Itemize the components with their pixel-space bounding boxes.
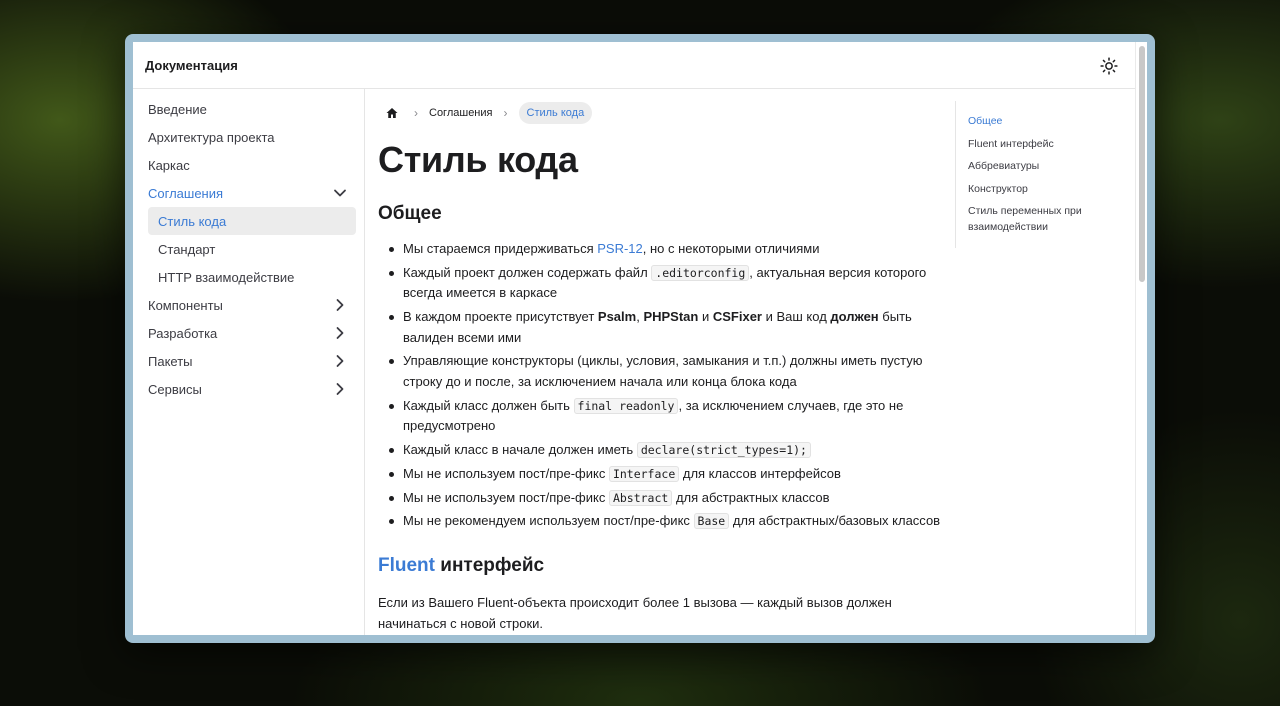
sidebar-subitem-http[interactable]: HTTP взаимодействие: [148, 263, 356, 291]
chevron-right-icon[interactable]: [333, 382, 347, 396]
chevron-right-icon[interactable]: [333, 298, 347, 312]
toc-item-fluent[interactable]: Fluent интерфейс: [968, 136, 1135, 152]
inline-code: .editorconfig: [651, 264, 750, 281]
breadcrumb-section[interactable]: Соглашения: [429, 107, 493, 119]
sidebar-item-label: Стиль кода: [158, 213, 227, 229]
page-title: Стиль кода: [378, 139, 578, 180]
site-title[interactable]: Документация: [145, 58, 238, 73]
sidebar-item-label: Компоненты: [148, 297, 223, 313]
section-heading-general: Общее: [378, 203, 442, 224]
window-frame: Документация Введение Архитектура проект…: [125, 34, 1155, 643]
sidebar-item-intro[interactable]: Введение: [148, 95, 356, 123]
sidebar-item-services[interactable]: Сервисы: [148, 375, 356, 403]
sidebar-item-label: Разработка: [148, 325, 218, 341]
breadcrumb: › Соглашения › Стиль кода: [378, 101, 593, 125]
main-content: › Соглашения › Стиль кода Стиль кода Общ…: [366, 89, 956, 635]
inline-code: Base: [693, 513, 730, 530]
breadcrumb-separator: ›: [414, 106, 418, 120]
inline-code: Interface: [608, 465, 680, 482]
breadcrumb-home[interactable]: [381, 102, 403, 124]
sidebar-subitem-code-style[interactable]: Стиль кода: [148, 207, 356, 235]
sidebar-item-label: Введение: [148, 101, 207, 117]
chevron-down-icon[interactable]: [333, 186, 347, 200]
scrollbar-thumb[interactable]: [1139, 46, 1145, 282]
breadcrumb-separator: ›: [503, 106, 508, 120]
chevron-right-icon[interactable]: [333, 326, 347, 340]
list-item: Каждый класс в начале должен иметь decla…: [378, 440, 943, 461]
sidebar-item-label: Соглашения: [148, 185, 224, 201]
rules-list: Мы стараемся придерживаться PSR-12, но с…: [378, 239, 943, 535]
sidebar-subitem-standard[interactable]: Стандарт: [148, 235, 356, 263]
list-item: Мы не используем пост/пре-фикс Abstract …: [378, 488, 943, 509]
fluent-paragraph: Если из Вашего Fluent-объекта происходит…: [378, 595, 892, 631]
sun-icon: [1100, 57, 1118, 75]
sidebar-item-skeleton[interactable]: Каркас: [148, 151, 356, 179]
section-heading-fluent: Fluent интерфейс: [378, 555, 545, 576]
sidebar-nav: Введение Архитектура проекта Каркас Согл…: [133, 89, 365, 635]
inline-code: Abstract: [608, 489, 673, 506]
sidebar-item-label: Каркас: [148, 157, 190, 173]
sidebar-item-label: Стандарт: [158, 241, 216, 257]
list-item: Управляющие конструкторы (циклы, условия…: [378, 351, 943, 392]
toc-item-abbreviations[interactable]: Аббревиатуры: [968, 158, 1135, 174]
sidebar-item-label: Архитектура проекта: [148, 129, 275, 145]
sidebar-item-architecture[interactable]: Архитектура проекта: [148, 123, 356, 151]
psr12-link[interactable]: PSR-12: [597, 241, 643, 256]
sidebar-item-label: Сервисы: [148, 381, 202, 397]
sidebar-item-conventions[interactable]: Соглашения: [148, 179, 356, 207]
sidebar-item-label: Пакеты: [148, 353, 193, 369]
docs-window: Документация Введение Архитектура проект…: [133, 42, 1135, 635]
chevron-right-icon[interactable]: [333, 354, 347, 368]
sidebar-item-label: HTTP взаимодействие: [158, 269, 295, 285]
inline-code: final readonly: [573, 397, 679, 414]
vertical-scrollbar[interactable]: [1135, 42, 1147, 635]
top-header: Документация: [133, 42, 1135, 89]
home-icon: [386, 108, 398, 118]
list-item: Каждый проект должен содержать файл .edi…: [378, 263, 943, 304]
table-of-contents: Общее Fluent интерфейс Аббревиатуры Конс…: [955, 101, 1135, 248]
toc-item-variable-style[interactable]: Стиль переменных при взаимодействии: [968, 203, 1135, 235]
list-item: Мы стараемся придерживаться PSR-12, но с…: [378, 239, 943, 260]
breadcrumb-current[interactable]: Стиль кода: [518, 102, 593, 124]
list-item: Мы не используем пост/пре-фикс Interface…: [378, 464, 943, 485]
sidebar-item-development[interactable]: Разработка: [148, 319, 356, 347]
list-item: В каждом проекте присутствует Psalm, PHP…: [378, 307, 943, 348]
sidebar-item-components[interactable]: Компоненты: [148, 291, 356, 319]
inline-code: declare(strict_types=1);: [636, 441, 811, 458]
toc-item-constructor[interactable]: Конструктор: [968, 181, 1135, 197]
list-item: Мы не рекомендуем используем пост/пре-фи…: [378, 511, 943, 532]
fluent-anchor-link[interactable]: Fluent: [378, 555, 435, 576]
theme-toggle-button[interactable]: [1097, 54, 1121, 78]
sidebar-item-packages[interactable]: Пакеты: [148, 347, 356, 375]
toc-item-general[interactable]: Общее: [968, 113, 1135, 129]
list-item: Каждый класс должен быть final readonly,…: [378, 396, 943, 437]
